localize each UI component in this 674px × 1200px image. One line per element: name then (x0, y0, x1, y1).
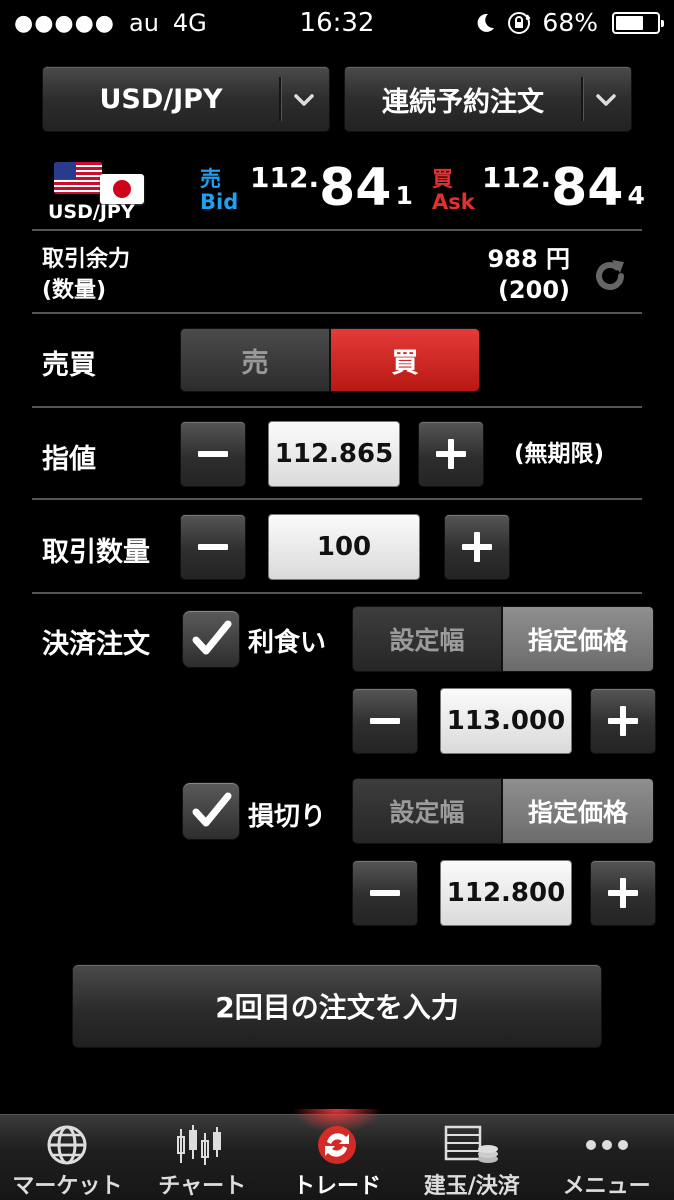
plus-icon (608, 706, 638, 736)
tab-menu[interactable]: メニュー (539, 1115, 674, 1200)
minus-icon (370, 890, 400, 896)
limit-label: 指値 (42, 444, 96, 475)
limit-minus-button[interactable] (180, 421, 246, 487)
take-profit-tab-width[interactable]: 設定幅 (353, 607, 503, 671)
limit-plus-button[interactable] (418, 421, 484, 487)
stop-loss-mode-tabs: 設定幅 指定価格 (352, 778, 654, 844)
margin-quantity: (200) (497, 276, 570, 304)
stop-loss-plus-button[interactable] (590, 860, 656, 926)
margin-amount: 988 円 (487, 245, 570, 273)
divider (32, 229, 642, 231)
quantity-field[interactable]: 100 (268, 514, 420, 580)
bid-price: 112. 84 1 (250, 158, 413, 218)
jp-flag-icon (100, 174, 144, 204)
tab-trade[interactable]: トレード (270, 1109, 405, 1200)
take-profit-tab-price[interactable]: 指定価格 (503, 607, 653, 671)
quantity-plus-button[interactable] (444, 514, 510, 580)
plus-icon (462, 532, 492, 562)
take-profit-checkbox[interactable] (182, 610, 240, 668)
currency-pair-select[interactable]: USD/JPY (42, 66, 330, 132)
refresh-icon[interactable] (588, 254, 632, 298)
moon-icon (478, 13, 495, 32)
minus-icon (198, 451, 228, 457)
order-type-value: 連続予約注文 (382, 86, 544, 118)
divider (32, 406, 642, 408)
positions-icon (444, 1125, 498, 1163)
stop-loss-checkbox[interactable] (182, 782, 240, 840)
chevron-down-icon (294, 94, 314, 106)
rotation-lock-icon (508, 11, 531, 34)
globe-icon (47, 1125, 87, 1164)
sell-option[interactable]: 売 (181, 329, 331, 391)
quantity-minus-button[interactable] (180, 514, 246, 580)
order-type-select[interactable]: 連続予約注文 (344, 66, 632, 132)
ask-label: 買 Ask (432, 167, 475, 214)
take-profit-label: 利食い (248, 628, 327, 658)
stop-loss-tab-width[interactable]: 設定幅 (353, 779, 503, 843)
limit-expiry: (無期限) (514, 441, 605, 467)
buy-option[interactable]: 買 (331, 329, 479, 391)
quantity-label: 取引数量 (42, 537, 150, 568)
enter-second-order-button[interactable]: 2回目の注文を入力 (72, 964, 602, 1048)
margin-label: 取引余力 (数量) (42, 247, 131, 303)
limit-price-field[interactable]: 112.865 (268, 421, 400, 487)
plus-icon (608, 878, 638, 908)
settlement-label: 決済注文 (42, 629, 150, 660)
us-flag-icon (54, 162, 102, 194)
divider (32, 498, 642, 500)
battery-percent: 68% (542, 8, 598, 37)
stop-loss-tab-price[interactable]: 指定価格 (503, 779, 653, 843)
ask-price: 112. 84 4 (482, 158, 645, 218)
tab-chart[interactable]: チャート (135, 1115, 270, 1200)
more-dots-icon (585, 1139, 628, 1150)
take-profit-mode-tabs: 設定幅 指定価格 (352, 606, 654, 672)
side-toggle: 売 買 (180, 328, 480, 392)
candlestick-icon (177, 1124, 222, 1165)
stop-loss-label: 損切り (248, 802, 327, 832)
side-label: 売買 (42, 350, 96, 381)
plus-icon (436, 439, 466, 469)
tab-market[interactable]: マーケット (0, 1115, 135, 1200)
chevron-down-icon (596, 94, 616, 106)
quote-pair-label: USD/JPY (48, 201, 135, 223)
take-profit-price-field[interactable]: 113.000 (440, 688, 572, 754)
minus-icon (198, 544, 228, 550)
status-bar: ●●●●● au 4G 16:32 68% (0, 0, 674, 46)
minus-icon (370, 718, 400, 724)
checkmark-icon (192, 792, 232, 827)
battery-icon (612, 11, 664, 34)
tab-positions[interactable]: 建玉/決済 (404, 1115, 539, 1200)
bid-label: 売 Bid (200, 167, 239, 214)
take-profit-minus-button[interactable] (352, 688, 418, 754)
stop-loss-price-field[interactable]: 112.800 (440, 860, 572, 926)
take-profit-plus-button[interactable] (590, 688, 656, 754)
bottom-tab-bar: マーケット チャート トレード 建玉/決済 メニュー (0, 1109, 674, 1200)
divider (32, 592, 642, 594)
margin-value: 988 円 (200) (488, 244, 570, 306)
stop-loss-minus-button[interactable] (352, 860, 418, 926)
divider (32, 312, 642, 314)
checkmark-icon (192, 620, 232, 655)
currency-pair-value: USD/JPY (99, 83, 223, 115)
